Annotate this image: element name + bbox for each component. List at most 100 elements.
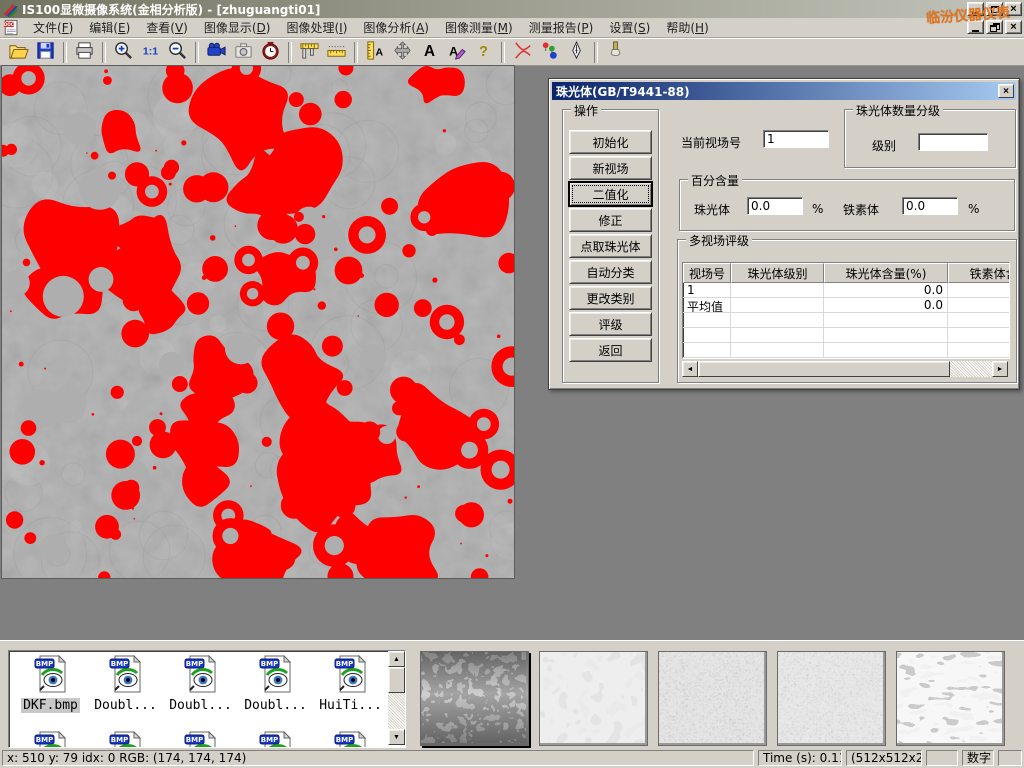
ferrite-value-input[interactable] <box>902 197 958 215</box>
video-camera-icon <box>206 40 227 64</box>
menu-item-7[interactable]: 测量报告(P) <box>521 19 602 38</box>
op-button-8[interactable]: 返回 <box>569 338 652 362</box>
file-browser[interactable]: BMPDKF.bmpBMPDoubl...BMPDoubl...BMPDoubl… <box>8 650 406 748</box>
menu-item-1[interactable]: 编辑(E) <box>81 19 138 38</box>
file-item[interactable]: BMP <box>163 729 238 748</box>
scroll-left-button[interactable]: ◄ <box>682 361 698 377</box>
ruler-button[interactable] <box>324 40 349 64</box>
file-item[interactable]: BMPDoubl... <box>163 653 238 713</box>
actual-size-icon: 1:1 <box>140 40 161 64</box>
bmp-file-icon: BMP <box>13 653 88 698</box>
svg-text:BMP: BMP <box>110 660 127 668</box>
table-cell: 0.0 <box>824 298 948 313</box>
caliper-button[interactable] <box>297 40 322 64</box>
curve-tool-button[interactable] <box>510 40 535 64</box>
micrograph-image[interactable] <box>2 66 514 578</box>
op-button-3[interactable]: 修正 <box>569 208 652 232</box>
open-button[interactable] <box>6 40 31 64</box>
timer-button[interactable] <box>258 40 283 64</box>
op-button-2[interactable]: 二值化 <box>569 182 652 206</box>
toolbar: 1:1AAA? <box>0 38 1024 66</box>
status-resolution: (512x512x24) <box>846 750 922 766</box>
window-title: IS100显微摄像系统(金相分析版) - [zhuguangti01] <box>22 1 320 18</box>
bmp-file-icon: BMP <box>88 729 163 748</box>
file-label: HuiTi... <box>317 698 384 713</box>
photo-camera-button[interactable] <box>231 40 256 64</box>
close-button[interactable]: × <box>1005 2 1022 16</box>
file-label: Doubl... <box>167 698 234 713</box>
table-horizontal-scrollbar[interactable]: ◄ ► <box>682 361 1008 377</box>
measure-caliper-button[interactable]: A <box>363 40 388 64</box>
thumbnail-5[interactable] <box>896 651 1005 746</box>
thumbnail-3[interactable] <box>658 651 767 746</box>
open-icon <box>8 40 29 64</box>
menu-item-5[interactable]: 图像分析(A) <box>355 19 437 38</box>
save-button[interactable] <box>33 40 58 64</box>
op-button-4[interactable]: 点取珠光体 <box>569 234 652 258</box>
rating-table[interactable]: 视场号珠光体级别珠光体含量(%)铁素体含量(%) 10.0平均值0.0 <box>682 262 1010 359</box>
rating-table-header: 视场号珠光体级别珠光体含量(%)铁素体含量(%) <box>683 263 1010 283</box>
level-input[interactable] <box>918 133 988 151</box>
menu-item-9[interactable]: 帮助(H) <box>658 19 716 38</box>
maximize-button[interactable] <box>986 2 1003 16</box>
menu-item-6[interactable]: 图像测量(M) <box>437 19 521 38</box>
zoom-out-icon <box>167 40 188 64</box>
help-button[interactable]: ? <box>471 40 496 64</box>
menu-item-3[interactable]: 图像显示(D) <box>196 19 279 38</box>
pen-button[interactable] <box>564 40 589 64</box>
minimize-button[interactable] <box>967 2 984 16</box>
file-item[interactable]: BMPDoubl... <box>88 653 163 713</box>
op-button-5[interactable]: 自动分类 <box>569 260 652 284</box>
move-cross-button[interactable] <box>390 40 415 64</box>
grading-group-label: 珠光体数量分级 <box>853 102 943 119</box>
scroll-right-button[interactable]: ► <box>992 361 1008 377</box>
menu-item-8[interactable]: 设置(S) <box>601 19 658 38</box>
pearlite-value-input[interactable] <box>747 197 803 215</box>
scroll-up-button[interactable]: ▲ <box>388 651 405 667</box>
menu-item-2[interactable]: 查看(V) <box>138 19 196 38</box>
scrollbar-thumb[interactable] <box>698 361 950 377</box>
zoom-out-button[interactable] <box>165 40 190 64</box>
op-button-1[interactable]: 新视场 <box>569 156 652 180</box>
op-button-0[interactable]: 初始化 <box>569 130 652 154</box>
text-button[interactable]: A <box>417 40 442 64</box>
dialog-title-bar[interactable]: 珠光体(GB/T9441-88) × <box>552 82 1016 100</box>
mdi-close-button[interactable]: × <box>1005 20 1022 34</box>
file-vertical-scrollbar[interactable]: ▲ ▼ <box>388 651 405 745</box>
timer-icon <box>260 40 281 64</box>
thumbnail-4[interactable] <box>777 651 886 746</box>
menu-item-4[interactable]: 图像处理(I) <box>278 19 355 38</box>
mdi-minimize-button[interactable] <box>967 20 984 34</box>
file-item[interactable]: BMP <box>13 729 88 748</box>
video-camera-button[interactable] <box>204 40 229 64</box>
zoom-in-button[interactable] <box>111 40 136 64</box>
mdi-minimize-icon <box>972 30 979 32</box>
text-edit-button[interactable]: A <box>444 40 469 64</box>
table-cell <box>948 328 1010 343</box>
op-button-6[interactable]: 更改类别 <box>569 286 652 310</box>
current-field-input[interactable] <box>763 130 829 148</box>
table-row <box>683 328 1010 343</box>
thumbnail-2[interactable] <box>539 651 648 746</box>
file-item[interactable]: BMP <box>238 729 313 748</box>
mdi-restore-button[interactable] <box>986 20 1003 34</box>
svg-text:1:1: 1:1 <box>143 45 158 57</box>
file-item[interactable]: BMP <box>88 729 163 748</box>
dialog-close-button[interactable]: × <box>998 84 1014 98</box>
op-button-7[interactable]: 评级 <box>569 312 652 336</box>
brush-button[interactable] <box>603 40 628 64</box>
scrollbar-thumb[interactable] <box>388 667 405 693</box>
file-item[interactable]: BMP <box>313 729 388 748</box>
actual-size-button[interactable]: 1:1 <box>138 40 163 64</box>
file-item[interactable]: BMPDKF.bmp <box>13 653 88 713</box>
menu-items: 文件(F)编辑(E)查看(V)图像显示(D)图像处理(I)图像分析(A)图像测量… <box>25 19 717 36</box>
file-item[interactable]: BMPHuiTi... <box>313 653 388 713</box>
document-icon[interactable]: DOC <box>3 19 21 36</box>
print-button[interactable] <box>72 40 97 64</box>
count-balloons-button[interactable] <box>537 40 562 64</box>
thumbnail-1[interactable] <box>420 651 529 746</box>
scroll-down-button[interactable]: ▼ <box>388 729 405 745</box>
percent-group: 百分含量 珠光体 % 铁素体 % <box>679 179 1015 231</box>
file-item[interactable]: BMPDoubl... <box>238 653 313 713</box>
menu-item-0[interactable]: 文件(F) <box>25 19 81 38</box>
